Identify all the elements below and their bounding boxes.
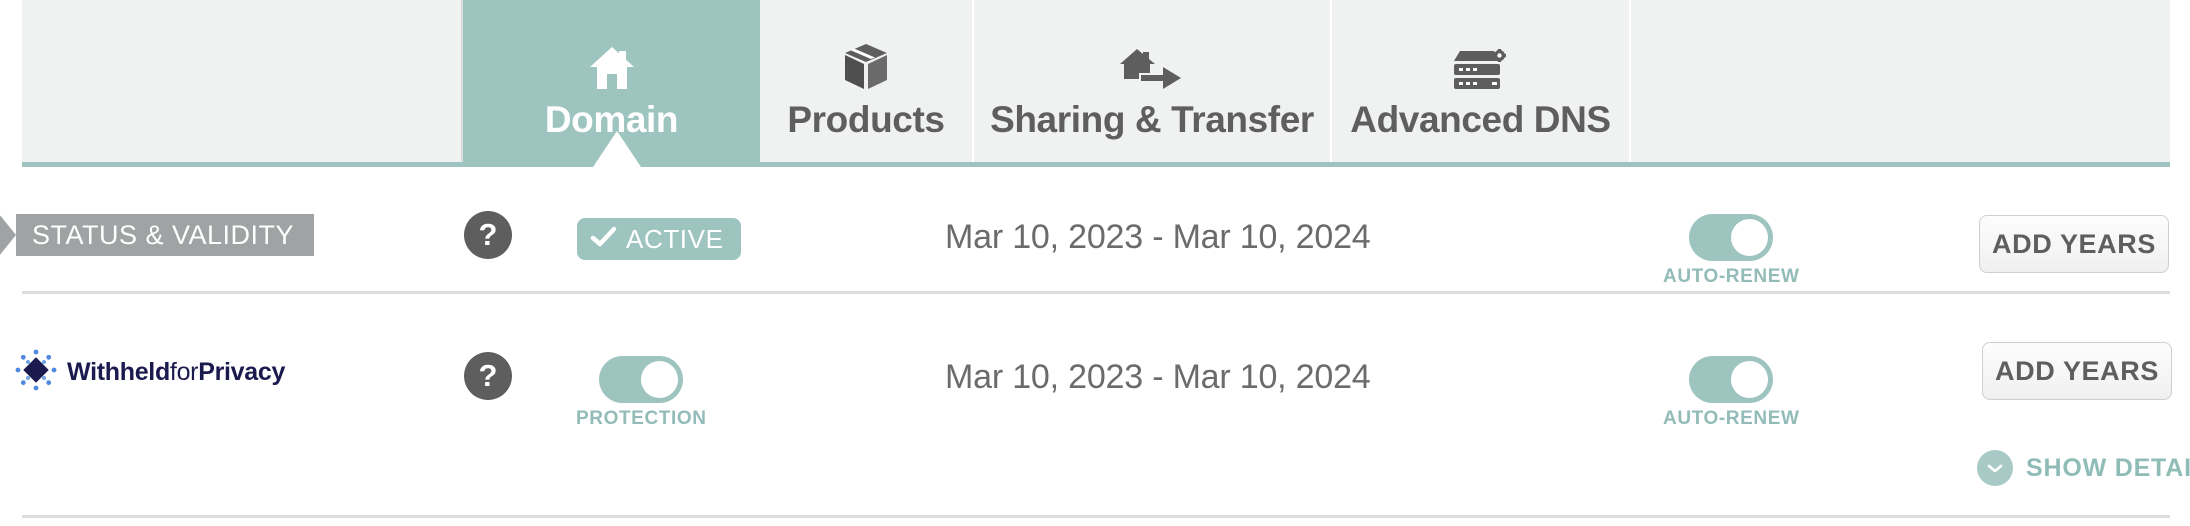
auto-renew-toggle[interactable] — [1689, 356, 1774, 403]
protection-toggle[interactable] — [599, 356, 684, 403]
house-icon — [586, 39, 638, 93]
privacy-logo-part-3: Privacy — [198, 358, 286, 386]
help-icon[interactable]: ? — [464, 352, 512, 400]
auto-renew-toggle-label: AUTO-RENEW — [1663, 266, 1800, 287]
auto-renew-toggle-group: AUTO-RENEW — [1663, 356, 1800, 430]
box-icon — [840, 39, 892, 93]
tab-advanced-dns[interactable]: Advanced DNS — [1332, 0, 1631, 162]
house-arrow-icon — [1119, 39, 1185, 93]
row-divider — [22, 291, 2170, 294]
tab-products[interactable]: Products — [760, 0, 974, 162]
add-years-button[interactable]: ADD YEARS — [1982, 342, 2172, 400]
auto-renew-toggle-label: AUTO-RENEW — [1663, 408, 1800, 429]
toggle-knob — [1731, 219, 1769, 256]
auto-renew-toggle[interactable] — [1689, 214, 1774, 261]
status-badge-label: ACTIVE — [626, 223, 724, 254]
tab-sharing-transfer[interactable]: Sharing & Transfer — [974, 0, 1332, 162]
privacy-logo-text: WithheldforPrivacy — [67, 358, 285, 387]
add-years-button[interactable]: ADD YEARS — [1979, 215, 2169, 273]
show-details-label: SHOW DETAILS — [2026, 453, 2190, 482]
status-validity-ribbon: STATUS & VALIDITY — [0, 214, 315, 256]
protection-toggle-group: PROTECTION — [576, 356, 707, 430]
primary-tab-bar: Domain Products Sharing & Transfer Advan… — [22, 0, 2170, 167]
privacy-date-range: Mar 10, 2023 - Mar 10, 2024 — [945, 358, 1371, 396]
tab-sharing-transfer-label: Sharing & Transfer — [990, 99, 1314, 140]
help-icon[interactable]: ? — [464, 211, 512, 259]
auto-renew-toggle-group: AUTO-RENEW — [1663, 214, 1800, 288]
privacy-logo-part-2: for — [169, 358, 199, 386]
tab-spacer-right — [1631, 0, 2170, 162]
toggle-knob — [641, 361, 679, 398]
tab-advanced-dns-label: Advanced DNS — [1350, 99, 1611, 140]
privacy-diamond-icon — [14, 348, 58, 397]
server-gear-icon — [1450, 39, 1512, 93]
status-badge: ACTIVE — [577, 218, 741, 260]
show-details-button[interactable]: SHOW DETAILS — [1977, 450, 2190, 486]
check-icon — [590, 226, 617, 253]
toggle-knob — [1731, 361, 1769, 398]
section-divider — [22, 515, 2170, 518]
active-tab-notch — [593, 131, 641, 167]
tab-products-label: Products — [787, 99, 945, 140]
privacy-logo-part-1: Withheld — [67, 358, 170, 386]
validity-date-range: Mar 10, 2023 - Mar 10, 2024 — [945, 218, 1371, 256]
protection-toggle-label: PROTECTION — [576, 408, 707, 429]
tab-spacer-left — [22, 0, 463, 162]
withheld-for-privacy-logo: WithheldforPrivacy — [14, 348, 285, 397]
chevron-down-icon — [1977, 450, 2013, 486]
status-validity-label: STATUS & VALIDITY — [32, 219, 295, 250]
